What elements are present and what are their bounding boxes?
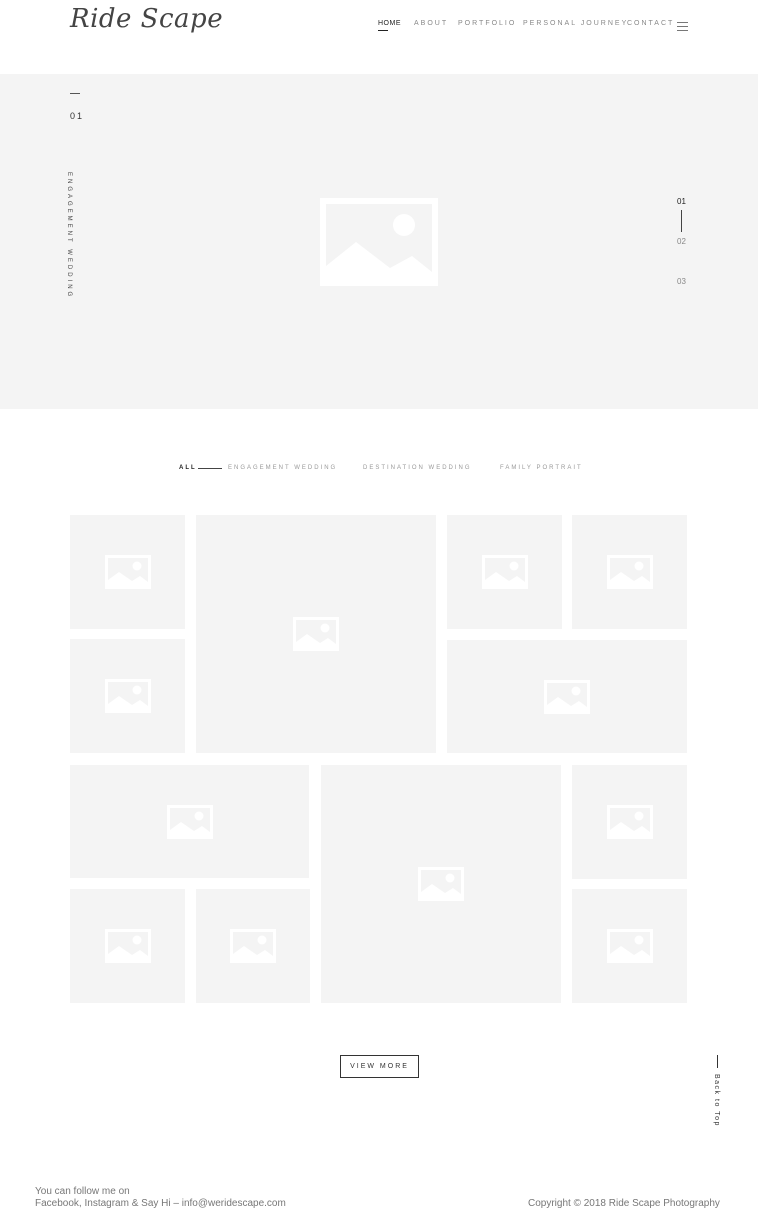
slide-indicator-01[interactable]: 01 <box>677 197 686 206</box>
gallery-item[interactable] <box>321 765 561 1003</box>
gallery-item[interactable] <box>572 515 687 629</box>
gallery-item[interactable] <box>572 765 687 879</box>
gallery-item[interactable] <box>70 515 185 629</box>
hero-slide-number: 01 <box>70 111 85 121</box>
footer-follow-line1: You can follow me on <box>35 1186 130 1197</box>
image-placeholder-icon <box>104 555 151 594</box>
footer-copyright: Copyright © 2018 Ride Scape Photography <box>528 1198 720 1209</box>
hamburger-icon[interactable] <box>677 22 688 31</box>
filter-family-portrait[interactable]: FAMILY PORTRAIT <box>500 465 583 471</box>
footer-follow-line2[interactable]: Facebook, Instagram & Say Hi – info@weri… <box>35 1198 286 1209</box>
filter-all[interactable]: ALL <box>179 465 197 471</box>
slide-indicator-03[interactable]: 03 <box>677 277 686 286</box>
nav-contact[interactable]: CONTACT <box>627 20 674 27</box>
site-logo[interactable]: Ride Scape <box>70 4 223 34</box>
image-placeholder-icon <box>606 555 653 594</box>
gallery-item[interactable] <box>70 639 185 753</box>
gallery-item[interactable] <box>196 515 436 753</box>
gallery-item[interactable] <box>196 889 310 1003</box>
slide-indicator-line <box>681 210 682 232</box>
filter-destination-wedding[interactable]: DESTINATION WEDDING <box>363 465 472 471</box>
view-more-button[interactable]: VIEW MORE <box>340 1055 419 1078</box>
nav-portfolio[interactable]: PORTFOLIO <box>458 20 516 27</box>
image-placeholder-icon <box>606 929 653 968</box>
back-to-top-line <box>717 1055 718 1068</box>
hero-dash <box>70 93 80 94</box>
gallery-item[interactable] <box>447 640 687 753</box>
image-placeholder-icon <box>418 867 464 906</box>
image-placeholder-icon <box>230 929 276 968</box>
nav-personal-journey[interactable]: PERSONAL JOURNEY <box>523 20 628 27</box>
image-placeholder-icon <box>606 805 653 844</box>
image-placeholder-icon <box>166 804 213 844</box>
slide-indicator-02[interactable]: 02 <box>677 237 686 246</box>
nav-about[interactable]: ABOUT <box>414 20 448 27</box>
nav-home[interactable]: HOME <box>378 20 401 31</box>
gallery-item[interactable] <box>70 889 185 1003</box>
filter-engagement-wedding[interactable]: ENGAGEMENT WEDDING <box>228 465 337 471</box>
hero-category-label: ENGAGEMENT WEDDING <box>66 172 72 300</box>
back-to-top-link[interactable]: Back to Top <box>713 1074 720 1127</box>
gallery-item[interactable] <box>572 889 687 1003</box>
image-placeholder-icon <box>481 555 528 594</box>
filter-active-line <box>198 468 222 469</box>
gallery-item[interactable] <box>447 515 562 629</box>
image-placeholder-icon <box>293 617 339 656</box>
image-placeholder-icon <box>104 929 151 968</box>
image-placeholder-icon <box>104 679 151 718</box>
gallery-item[interactable] <box>70 765 309 878</box>
image-placeholder-icon <box>544 679 590 719</box>
image-placeholder-icon <box>320 198 438 286</box>
